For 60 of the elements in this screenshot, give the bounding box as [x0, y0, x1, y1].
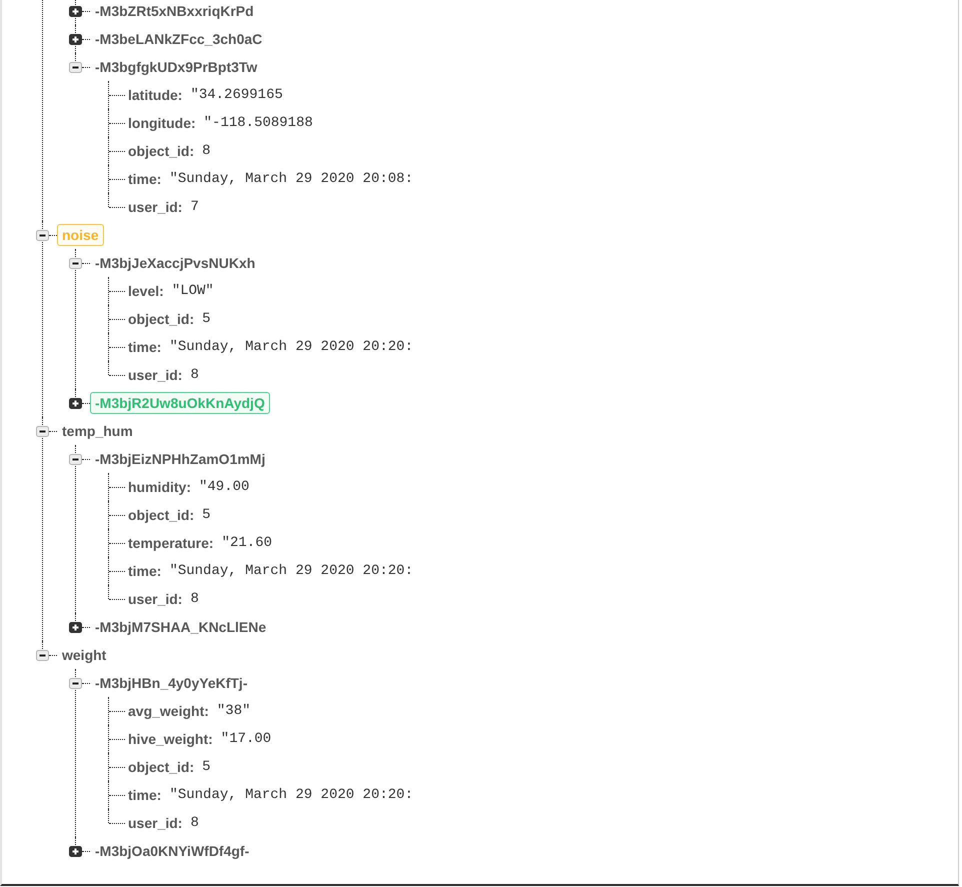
field-value: 5 — [202, 506, 211, 524]
field-key: object_id: — [128, 310, 194, 328]
field-value: "49.00 — [199, 478, 250, 496]
field-value: 8 — [190, 814, 199, 832]
field-key: user_id: — [128, 198, 182, 216]
field-key: hive_weight: — [128, 730, 213, 748]
field-value: "17.00 — [220, 730, 272, 748]
field-value: 8 — [202, 142, 211, 160]
minus-icon[interactable] — [69, 454, 82, 464]
field-value: "38" — [216, 702, 251, 720]
minus-icon[interactable] — [69, 678, 82, 688]
field-key: level: — [128, 282, 164, 300]
field-value: 7 — [190, 198, 199, 216]
minus-icon[interactable] — [36, 426, 49, 436]
field-value: "Sunday, March 29 2020 20:20: — [169, 786, 414, 804]
field-key: latitude: — [128, 86, 182, 104]
field-value: "-118.5089188 — [204, 114, 313, 132]
minus-icon[interactable] — [69, 258, 82, 268]
field-key: user_id: — [128, 590, 182, 608]
field-value: "34.2699165 — [190, 86, 283, 104]
field-value: "Sunday, March 29 2020 20:08: — [169, 170, 414, 188]
node-key[interactable]: -M3beLANkZFcc_3ch0aC — [95, 30, 262, 48]
field-key: temperature: — [128, 534, 214, 552]
field-value: "LOW" — [172, 282, 214, 300]
field-value: "21.60 — [222, 534, 272, 552]
field-key: time: — [128, 170, 162, 188]
node-key[interactable]: -M3bjJeXaccjPvsNUKxh — [95, 254, 256, 272]
field-key: object_id: — [128, 758, 194, 776]
node-key[interactable]: -M3bjOa0KNYiWfDf4gf- — [95, 842, 250, 860]
node-key[interactable]: -M3bjHBn_4y0yYeKfTj- — [95, 674, 248, 692]
plus-icon[interactable] — [69, 34, 82, 44]
node-key[interactable]: weight — [62, 646, 106, 664]
node-key[interactable]: -M3bZRt5xNBxxriqKrPd — [95, 2, 254, 20]
node-key[interactable]: -M3bgfgkUDx9PrBpt3Tw — [95, 58, 258, 76]
node-key[interactable]: temp_hum — [62, 422, 133, 440]
node-key[interactable]: -M3bjM7SHAA_KNcLlENe — [95, 618, 266, 636]
field-value: "Sunday, March 29 2020 20:20: — [169, 562, 414, 580]
field-key: humidity: — [128, 478, 191, 496]
field-value: 5 — [202, 310, 211, 328]
plus-icon[interactable] — [69, 398, 82, 408]
field-key: time: — [128, 786, 162, 804]
field-value: 5 — [202, 758, 211, 776]
plus-icon[interactable] — [69, 846, 82, 856]
field-value: 8 — [190, 590, 199, 608]
minus-icon[interactable] — [36, 230, 49, 240]
field-key: avg_weight: — [128, 702, 209, 720]
field-value: "Sunday, March 29 2020 20:20: — [169, 338, 414, 356]
field-key: time: — [128, 338, 162, 356]
field-key: object_id: — [128, 142, 194, 160]
plus-icon[interactable] — [69, 6, 82, 16]
field-key: user_id: — [128, 366, 182, 384]
minus-icon[interactable] — [36, 650, 49, 660]
node-key[interactable]: -M3bjEizNPHhZamO1mMj — [95, 450, 266, 468]
field-key: user_id: — [128, 814, 182, 832]
field-key: longitude: — [128, 114, 196, 132]
plus-icon[interactable] — [69, 622, 82, 632]
field-value: 8 — [190, 366, 199, 384]
field-key: time: — [128, 562, 162, 580]
minus-icon[interactable] — [69, 62, 82, 72]
field-key: object_id: — [128, 506, 194, 524]
